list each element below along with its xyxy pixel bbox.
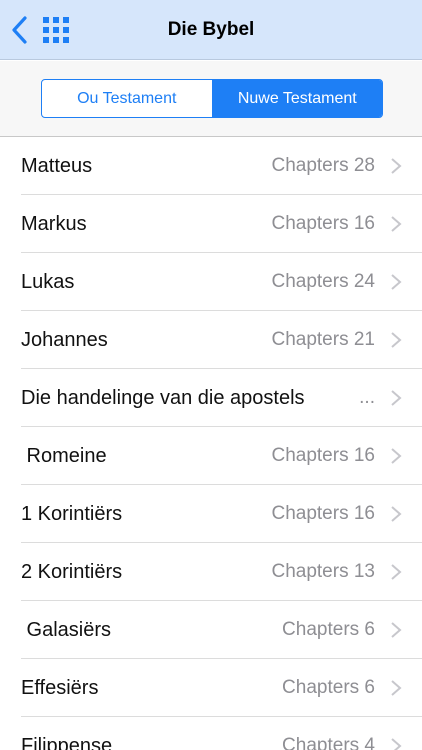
chapter-count: Chapters 24 (271, 271, 375, 292)
chevron-right-icon (391, 332, 402, 348)
chapter-count: ... (359, 387, 375, 408)
grid-icon (43, 17, 69, 43)
chevron-right-icon (391, 216, 402, 232)
list-item[interactable]: Romeine Chapters 16 (0, 427, 422, 485)
chapter-count: Chapters 4 (282, 735, 375, 750)
list-item[interactable]: Matteus Chapters 28 (0, 137, 422, 195)
list-item[interactable]: Lukas Chapters 24 (0, 253, 422, 311)
chevron-right-icon (391, 564, 402, 580)
chevron-right-icon (391, 738, 402, 750)
chevron-right-icon (391, 506, 402, 522)
list-item[interactable]: Markus Chapters 16 (0, 195, 422, 253)
book-title: Effesiërs (21, 677, 99, 699)
book-title: Die handelinge van die apostels (21, 387, 305, 409)
segment-old-testament[interactable]: Ou Testament (42, 80, 212, 117)
segment-new-testament[interactable]: Nuwe Testament (211, 80, 382, 117)
chevron-right-icon (391, 448, 402, 464)
book-title: Johannes (21, 329, 108, 351)
chevron-right-icon (391, 274, 402, 290)
list-item[interactable]: Galasiërs Chapters 6 (0, 601, 422, 659)
chapter-count: Chapters 6 (282, 619, 375, 640)
list-item[interactable]: 2 Korintiërs Chapters 13 (0, 543, 422, 601)
back-button[interactable] (6, 14, 32, 46)
list-item[interactable]: Die handelinge van die apostels ... (0, 369, 422, 427)
chevron-right-icon (391, 158, 402, 174)
chapter-count: Chapters 28 (271, 155, 375, 176)
list-item[interactable]: 1 Korintiërs Chapters 16 (0, 485, 422, 543)
chapter-count: Chapters 6 (282, 677, 375, 698)
book-title: Matteus (21, 155, 93, 177)
book-title: Romeine (21, 445, 107, 467)
chapter-count: Chapters 21 (271, 329, 375, 350)
list-item[interactable]: Effesiërs Chapters 6 (0, 659, 422, 717)
chevron-right-icon (391, 622, 402, 638)
navigation-bar: Die Bybel (0, 0, 422, 60)
chevron-right-icon (391, 390, 402, 406)
list-item[interactable]: Johannes Chapters 21 (0, 311, 422, 369)
chevron-right-icon (391, 680, 402, 696)
testament-segmented-control: Ou Testament Nuwe Testament (41, 79, 383, 118)
testament-selector-area: Ou Testament Nuwe Testament (0, 61, 422, 137)
list-item[interactable]: Filippense Chapters 4 (0, 717, 422, 750)
book-title: Galasiërs (21, 619, 112, 641)
chapter-count: Chapters 16 (271, 445, 375, 466)
chapter-count: Chapters 16 (271, 503, 375, 524)
book-title: Filippense (21, 735, 113, 750)
book-title: 2 Korintiërs (21, 561, 123, 583)
book-title: Markus (21, 213, 87, 235)
chapter-count: Chapters 13 (271, 561, 375, 582)
book-title: 1 Korintiërs (21, 503, 123, 525)
book-list: Matteus Chapters 28 Markus Chapters 16 L… (0, 137, 422, 750)
book-title: Lukas (21, 271, 75, 293)
chapter-count: Chapters 16 (271, 213, 375, 234)
grid-menu-button[interactable] (40, 14, 72, 46)
chevron-left-icon (12, 16, 27, 44)
